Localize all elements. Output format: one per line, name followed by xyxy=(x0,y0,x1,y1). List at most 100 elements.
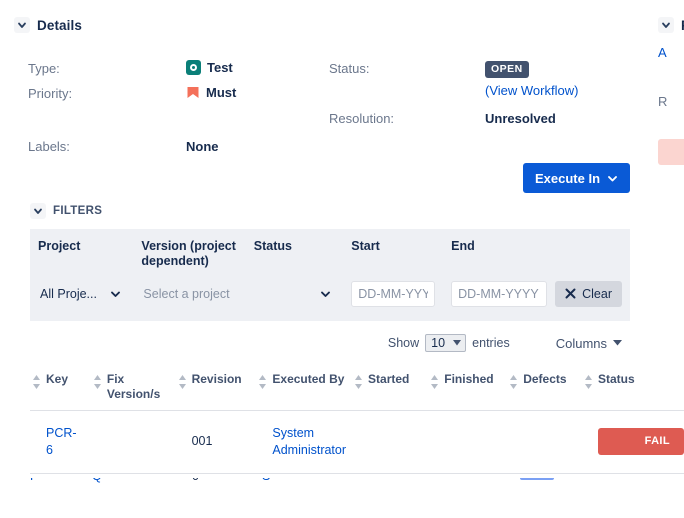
filters-section-header[interactable]: FILTERS xyxy=(30,203,630,219)
sort-icon xyxy=(178,375,186,389)
col-header-executed-by[interactable]: Executed By xyxy=(256,366,353,411)
filters-section-title: FILTERS xyxy=(53,205,103,217)
resolution-value: Unresolved xyxy=(485,111,556,126)
filter-cell-status xyxy=(246,277,344,321)
filters-section: FILTERS Project Version (project depende… xyxy=(30,203,630,321)
filter-header-project: Project xyxy=(38,239,81,253)
filter-header-status: Status xyxy=(253,239,292,253)
table-row: PCR-6 001 System Administrator FAIL xyxy=(30,410,684,474)
sort-icon xyxy=(33,375,40,389)
clear-label: Clear xyxy=(582,286,612,301)
version-input[interactable] xyxy=(141,281,238,306)
filter-cell-end: Clear xyxy=(443,277,630,321)
filter-header-version: Version (project dependent) xyxy=(141,239,236,268)
issue-detail-page: Details Type: Test Priority: Must Labels… xyxy=(0,0,684,518)
details-section-title: Details xyxy=(37,17,82,33)
type-value-text: Test xyxy=(207,60,233,75)
priority-must-icon xyxy=(187,87,199,98)
people-section-header[interactable]: P xyxy=(658,17,684,33)
col-header-finished-label: Finished xyxy=(444,372,494,386)
sort-icon xyxy=(585,375,592,389)
partial-revision: 0 xyxy=(192,478,199,483)
col-header-defects[interactable]: Defects xyxy=(507,366,582,411)
assignee-link[interactable]: A xyxy=(658,45,684,60)
col-header-fix-versions[interactable]: Fix Version/s xyxy=(90,366,176,411)
issue-key-link[interactable]: PCR-6 xyxy=(46,425,80,459)
filters-header-row: Project Version (project dependent) Stat… xyxy=(30,229,630,277)
cell-defects xyxy=(507,410,582,474)
people-panel-partial: P A R xyxy=(658,17,684,165)
priority-value-text: Must xyxy=(206,85,237,100)
details-fields: Type: Test Priority: Must Labels: None S… xyxy=(14,45,654,163)
sort-icon xyxy=(93,375,101,389)
chevron-down-icon[interactable] xyxy=(30,203,46,219)
priority-label: Priority: xyxy=(28,86,73,101)
labels-label: Labels: xyxy=(28,139,70,154)
cell-status: FAIL xyxy=(582,410,684,474)
details-section: Details Type: Test Priority: Must Labels… xyxy=(14,17,654,163)
details-section-header[interactable]: Details xyxy=(14,17,654,33)
sort-icon xyxy=(510,375,518,389)
filter-header-end: End xyxy=(451,239,475,253)
chevron-down-icon[interactable] xyxy=(14,17,30,33)
execute-in-label: Execute In xyxy=(535,170,601,186)
filters-input-row: All Proje... Select a project t DD-MM-YY… xyxy=(30,277,630,321)
executed-by-link[interactable]: System Administrator xyxy=(272,426,346,457)
page-size-select[interactable]: 10 xyxy=(425,334,467,352)
cell-revision: 001 xyxy=(175,410,257,474)
columns-label: Columns xyxy=(555,335,607,351)
partial-status-badge xyxy=(520,478,554,480)
filter-header-start: Start xyxy=(351,239,380,253)
col-header-revision[interactable]: Revision xyxy=(175,366,257,411)
col-header-key-label: Key xyxy=(46,372,69,386)
end-date-input[interactable] xyxy=(451,280,548,307)
clear-filters-button[interactable]: Clear xyxy=(555,280,622,307)
priority-value: Must xyxy=(186,85,236,100)
chevron-down-icon[interactable] xyxy=(658,17,674,33)
col-header-started[interactable]: Started xyxy=(352,366,429,411)
col-header-status-label: Status xyxy=(598,372,635,386)
resolution-label: Resolution: xyxy=(329,111,395,126)
status-label: Status: xyxy=(329,61,370,76)
chevron-down-icon xyxy=(608,175,617,181)
cell-executed-by: System Administrator xyxy=(256,410,353,474)
col-header-revision-label: Revision xyxy=(191,372,242,386)
labels-value: None xyxy=(186,139,219,154)
partial-key-link[interactable]: P xyxy=(30,478,38,483)
table-row-partial: P Q 0 S xyxy=(30,478,684,518)
execute-in-button[interactable]: Execute In xyxy=(523,163,631,193)
status-badge: OPEN xyxy=(485,59,529,78)
table-header-row: Key Fix Version/s Revision Executed By S… xyxy=(30,366,684,411)
filter-cell-start xyxy=(343,277,443,321)
filter-cell-version xyxy=(133,277,245,321)
entries-label: entries xyxy=(472,336,510,350)
table-controls: Show 10 entries Columns xyxy=(0,334,640,352)
start-date-input[interactable] xyxy=(351,280,436,307)
col-header-status[interactable]: Status xyxy=(582,366,684,411)
col-header-finished[interactable]: Finished xyxy=(428,366,508,411)
type-value: Test xyxy=(186,60,233,75)
cell-finished xyxy=(428,410,508,474)
type-label: Type: xyxy=(28,61,60,76)
status-badge: FAIL xyxy=(598,428,684,456)
sort-icon xyxy=(355,375,363,389)
test-issue-type-icon xyxy=(186,60,201,75)
sort-icon xyxy=(259,375,267,389)
filter-cell-project: All Proje... xyxy=(30,277,133,321)
partial-executed-by[interactable]: S xyxy=(262,478,270,483)
columns-button[interactable]: Columns xyxy=(550,335,628,352)
sort-icon xyxy=(431,375,439,389)
test-runs-table: Key Fix Version/s Revision Executed By S… xyxy=(30,366,684,474)
col-header-key[interactable]: Key xyxy=(30,366,91,411)
status-select[interactable] xyxy=(253,281,336,306)
cell-fix-versions xyxy=(90,410,176,474)
panel-chip xyxy=(658,139,684,165)
filters-table: Project Version (project dependent) Stat… xyxy=(30,229,630,321)
view-workflow-link[interactable]: (View Workflow) xyxy=(485,83,578,98)
show-entries-group: Show 10 entries xyxy=(388,334,510,352)
project-select[interactable]: All Proje... xyxy=(38,281,126,306)
col-header-started-label: Started xyxy=(368,372,410,386)
close-icon xyxy=(565,288,576,299)
col-header-defects-label: Defects xyxy=(523,372,567,386)
col-header-executed-by-label: Executed By xyxy=(272,372,345,386)
